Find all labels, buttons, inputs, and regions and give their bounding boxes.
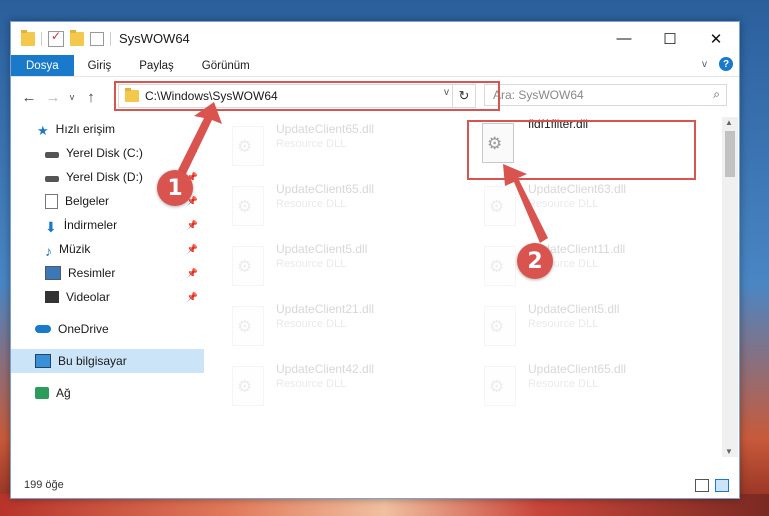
step-2-badge: 2	[517, 243, 553, 279]
step-1-badge: 1	[157, 170, 193, 206]
annotation-arrows	[178, 102, 548, 243]
